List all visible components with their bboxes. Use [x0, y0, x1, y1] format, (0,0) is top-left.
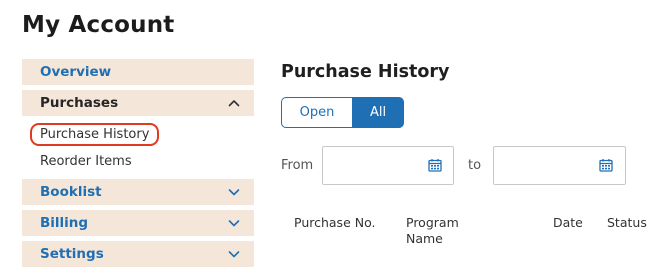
sidebar-item-purchase-history[interactable]: Purchase History [22, 121, 254, 148]
chevron-up-icon [228, 100, 240, 107]
toggle-open-button[interactable]: Open [281, 97, 352, 128]
sidebar-item-label: Settings [40, 246, 104, 262]
account-sidebar: Overview Purchases Purchase History Reor… [22, 59, 254, 272]
sidebar-item-billing[interactable]: Billing [22, 210, 254, 236]
to-label: to [468, 158, 482, 173]
column-header-status[interactable]: Status [607, 215, 647, 231]
sidebar-item-settings[interactable]: Settings [22, 241, 254, 267]
sidebar-item-reorder-items[interactable]: Reorder Items [22, 148, 254, 175]
column-header-program-name[interactable]: Program Name [406, 215, 466, 247]
sidebar-item-purchases[interactable]: Purchases [22, 90, 254, 116]
chevron-down-icon [228, 220, 240, 227]
chevron-down-icon [228, 189, 240, 196]
sidebar-item-label: Reorder Items [40, 154, 132, 169]
sidebar-item-overview[interactable]: Overview [22, 59, 254, 85]
chevron-down-icon [228, 251, 240, 258]
sidebar-item-label: Purchase History [30, 123, 160, 146]
column-header-date[interactable]: Date [553, 215, 583, 231]
column-header-purchase-no[interactable]: Purchase No. [294, 215, 376, 231]
sidebar-item-label: Overview [40, 64, 112, 80]
purchases-submenu: Purchase History Reorder Items [22, 121, 254, 175]
calendar-icon[interactable] [599, 158, 613, 172]
from-label: From [281, 158, 314, 173]
sidebar-item-label: Billing [40, 215, 89, 231]
status-toggle: Open All [281, 97, 404, 128]
toggle-all-button[interactable]: All [352, 97, 404, 128]
calendar-icon[interactable] [428, 158, 442, 172]
sidebar-item-label: Booklist [40, 184, 102, 200]
section-title: Purchase History [281, 62, 450, 82]
page-title: My Account [22, 12, 175, 38]
sidebar-item-booklist[interactable]: Booklist [22, 179, 254, 205]
sidebar-item-label: Purchases [40, 95, 119, 111]
